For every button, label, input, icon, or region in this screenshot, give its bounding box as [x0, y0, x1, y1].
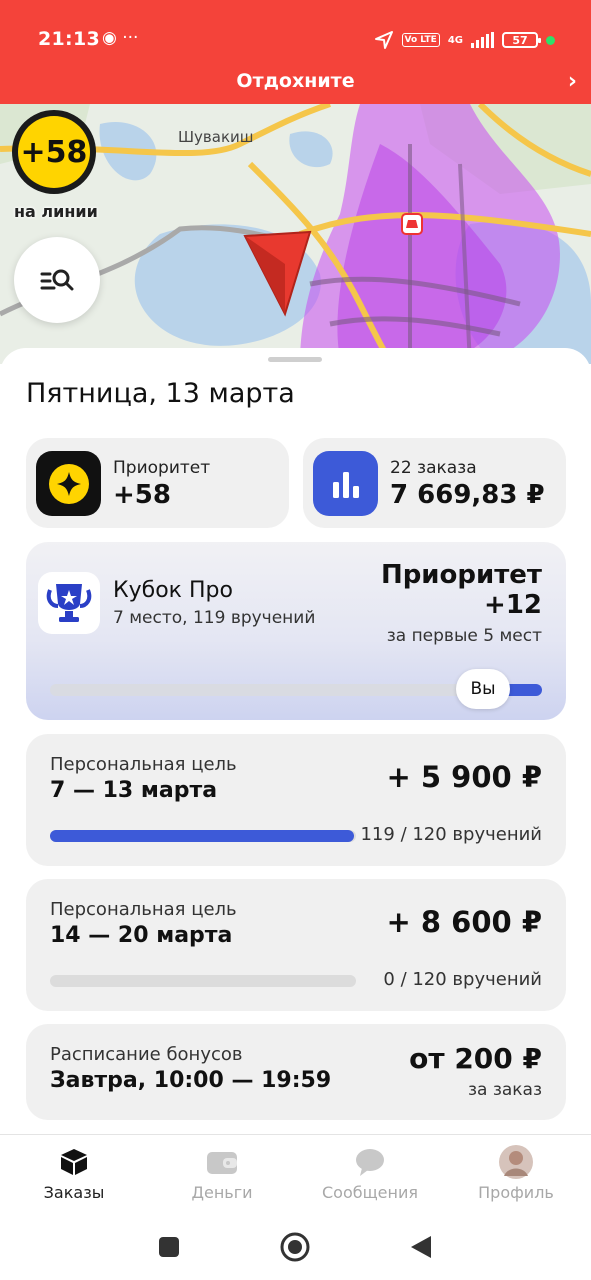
- priority-badge-value: +58: [18, 116, 90, 188]
- nav-label: Сообщения: [321, 1183, 418, 1202]
- schedule-time: Завтра, 10:00 — 19:59: [50, 1068, 332, 1093]
- schedule-label: Расписание бонусов: [50, 1044, 243, 1065]
- priority-value: +58: [113, 480, 171, 510]
- goal-label: Персональная цель: [50, 899, 237, 920]
- back-triangle-icon[interactable]: [404, 1230, 438, 1264]
- orders-box-icon: [4, 1145, 144, 1179]
- trophy-icon: [38, 572, 100, 634]
- schedule-subtitle: за заказ: [467, 1080, 542, 1100]
- goal-progress-fill: [50, 830, 354, 842]
- on-line-label: на линии: [14, 202, 98, 221]
- status-bar: 21:13 ◉ ··· Vo LTE 4G 57: [0, 0, 591, 62]
- green-dot-icon: [546, 35, 555, 45]
- goal-dates: 7 — 13 марта: [50, 778, 218, 803]
- banner-title: Отдохните: [236, 70, 355, 92]
- schedule-amount: от 200 ₽: [409, 1042, 542, 1075]
- goal-progress-track: [50, 975, 356, 987]
- goal-progress-text: 119 / 120 вручений: [360, 824, 542, 845]
- nav-label: Деньги: [191, 1183, 253, 1202]
- wallet-icon: [152, 1145, 292, 1179]
- system-nav-bar: [0, 1214, 591, 1280]
- goal-amount: + 8 600 ₽: [386, 905, 542, 939]
- nav-messages[interactable]: Сообщения: [300, 1145, 440, 1202]
- goal-progress-text: 0 / 120 вручений: [383, 969, 542, 990]
- network-type: 4G: [447, 34, 463, 46]
- priority-app-icon: [36, 451, 101, 516]
- sheet-handle[interactable]: [268, 357, 322, 362]
- goal-progress-track: [50, 830, 356, 842]
- personal-goal-card[interactable]: Персональная цель 14 — 20 марта + 8 600 …: [26, 879, 566, 1011]
- nav-label: Заказы: [43, 1183, 105, 1202]
- you-marker: Вы: [456, 669, 510, 709]
- recents-square-icon[interactable]: [152, 1230, 186, 1264]
- goal-amount: + 5 900 ₽: [386, 760, 542, 794]
- cup-reward-value: +12: [484, 590, 542, 620]
- priority-label: Приоритет: [113, 458, 211, 478]
- notification-icons: ◉ ···: [102, 28, 139, 48]
- volte-badge: Vo LTE: [401, 33, 440, 47]
- priority-card[interactable]: Приоритет +58: [26, 438, 289, 528]
- signal-icon: [471, 32, 494, 48]
- cup-card[interactable]: Кубок Про 7 место, 119 вручений Приорите…: [26, 542, 566, 720]
- cup-reward-label: Приоритет: [380, 560, 542, 590]
- goal-dates: 14 — 20 марта: [50, 923, 233, 948]
- date-title: Пятница, 13 марта: [26, 378, 295, 409]
- cup-subtitle: 7 место, 119 вручений: [113, 608, 316, 628]
- clock: 21:13: [38, 28, 100, 50]
- chevron-right-icon: ›: [567, 69, 577, 94]
- location-arrow-icon: [374, 31, 393, 49]
- battery-icon: 57: [502, 32, 541, 48]
- orders-card[interactable]: 22 заказа 7 669,83 ₽: [303, 438, 566, 528]
- search-list-icon: [40, 269, 74, 291]
- nav-profile[interactable]: Профиль: [446, 1145, 586, 1202]
- priority-badge[interactable]: +58: [12, 110, 96, 194]
- chat-bubble-icon: [300, 1145, 440, 1179]
- home-circle-icon[interactable]: [278, 1230, 312, 1264]
- status-icons: Vo LTE 4G 57: [374, 30, 555, 50]
- avatar-icon: [446, 1145, 586, 1179]
- cup-reward-condition: за первые 5 мест: [386, 626, 542, 646]
- bonus-schedule-card[interactable]: Расписание бонусов Завтра, 10:00 — 19:59…: [26, 1024, 566, 1120]
- orders-sum: 7 669,83 ₽: [390, 480, 545, 510]
- nav-money[interactable]: Деньги: [152, 1145, 292, 1202]
- place-label: Шувакиш: [178, 128, 254, 146]
- bottom-nav: Заказы Деньги Сообщения Профиль: [0, 1134, 591, 1214]
- search-list-button[interactable]: [14, 237, 100, 323]
- goal-label: Персональная цель: [50, 754, 237, 775]
- orders-count: 22 заказа: [390, 458, 477, 478]
- bar-chart-icon: [313, 451, 378, 516]
- personal-goal-card[interactable]: Персональная цель 7 — 13 марта + 5 900 ₽…: [26, 734, 566, 866]
- nav-label: Профиль: [478, 1183, 554, 1202]
- bottom-sheet[interactable]: Пятница, 13 марта Приоритет +58 22 заказ…: [0, 348, 591, 1138]
- cup-title: Кубок Про: [113, 578, 233, 603]
- rest-banner[interactable]: Отдохните ›: [0, 62, 591, 104]
- nav-orders[interactable]: Заказы: [4, 1145, 144, 1202]
